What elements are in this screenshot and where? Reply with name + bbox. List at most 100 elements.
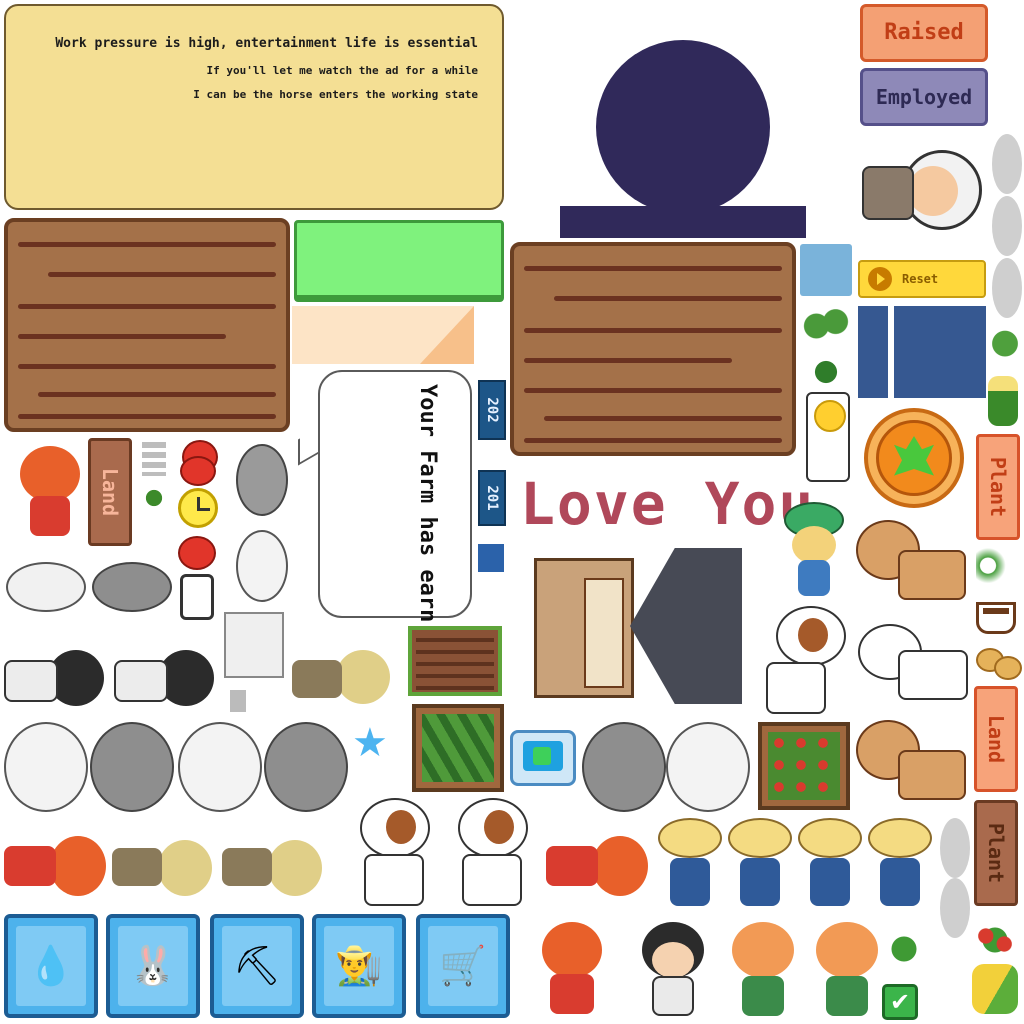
white-dog-sitting-3	[756, 606, 850, 716]
shopping-cart-icon: 🛒	[439, 943, 487, 988]
grey-cat-lying-1	[90, 722, 174, 812]
moon-base	[560, 206, 806, 238]
white-dog-walking	[858, 624, 970, 712]
white-cat-sitting-sprite	[236, 530, 288, 602]
coffee-cup-icon	[976, 602, 1016, 634]
straw-farmer-lying-2	[222, 826, 322, 904]
printer-icon	[224, 612, 284, 678]
love-you-text: Love You	[520, 470, 816, 538]
plant-tag-right-top-label: Plant	[986, 456, 1010, 518]
seedling-icon	[806, 354, 846, 384]
water-drop-icon: 💧	[27, 943, 75, 988]
land-tag-right[interactable]: Land	[974, 686, 1018, 792]
blue-tag-small	[478, 544, 504, 572]
dark-hair-boy-lying-2	[114, 650, 214, 706]
clock-icon	[178, 488, 218, 528]
redhead-farmer-lying	[4, 826, 106, 904]
brown-dog-1	[856, 520, 968, 610]
straw-hat-farmer-1	[656, 818, 724, 910]
empty-note-card	[180, 574, 214, 620]
corn-plant-icon	[988, 376, 1018, 426]
raised-button[interactable]: Raised	[860, 4, 988, 62]
farmer-icon: 👨‍🌾	[335, 943, 383, 988]
grey-cat-lying-sprite	[92, 562, 172, 612]
grey-cat-lying-2	[264, 722, 348, 812]
orange-hair-girl-sprite-2	[812, 922, 882, 1018]
straw-hat-farmer-3	[796, 818, 864, 910]
employed-button[interactable]: Employed	[860, 68, 988, 126]
farmer-button[interactable]: 👨‍🌾	[312, 914, 406, 1018]
flower-icon	[976, 548, 1016, 592]
dark-hair-waiter-sprite	[638, 922, 708, 1018]
redhead-farmer-lying-2	[546, 826, 648, 904]
redhead-boy-trowel-sprite	[526, 922, 610, 1018]
cucumber-plant-icon	[802, 304, 850, 348]
banner-line-2: If you'll let me watch the ad for a whil…	[206, 64, 478, 77]
white-dog-sitting-2	[448, 798, 538, 908]
banner-line-1: Work pressure is high, entertainment lif…	[55, 36, 478, 51]
plant-tag-right-bottom[interactable]: Plant	[974, 800, 1018, 906]
plant-tag-right-top[interactable]: Plant	[976, 434, 1020, 540]
redhead-boy-sprite	[16, 446, 84, 548]
number-202: 202	[484, 397, 500, 423]
water-button[interactable]: 💧	[4, 914, 98, 1018]
grey-oval-5	[940, 878, 970, 938]
video-ad-icon[interactable]	[510, 730, 576, 786]
layers-icon	[142, 442, 166, 476]
farm-plot-tile[interactable]	[408, 626, 502, 696]
navy-bar	[858, 306, 888, 398]
straw-hat-farmer-2	[726, 818, 794, 910]
number-201: 201	[484, 485, 500, 511]
navy-panel	[894, 306, 986, 398]
gold-coin-icon	[814, 400, 846, 432]
plant-tag-right-bottom-label: Plant	[984, 822, 1008, 884]
banner-line-3: I can be the horse enters the working st…	[193, 88, 478, 101]
bubble-text: Your Farm has earn	[415, 384, 440, 623]
white-cat-lying-1	[4, 722, 88, 812]
old-man-avatar	[858, 146, 986, 236]
ad-message-banner: Work pressure is high, entertainment lif…	[4, 4, 504, 210]
land-tag-right-label: Land	[984, 714, 1008, 764]
number-tag-201: 201	[478, 470, 506, 526]
green-button[interactable]	[294, 220, 504, 302]
potato-icon-2	[994, 656, 1022, 680]
grey-oval-3	[992, 258, 1022, 318]
white-cat-lying-2	[178, 722, 262, 812]
grey-oval-2	[992, 196, 1022, 256]
strawberry-crate	[758, 722, 850, 810]
sprout-icon	[140, 484, 168, 512]
land-tag-left[interactable]: Land	[88, 438, 132, 546]
bunny-icon: 🐰	[129, 943, 177, 988]
farm-house-sprite	[534, 548, 742, 706]
play-icon	[868, 267, 892, 291]
reset-skills-button[interactable]: Reset Skills	[858, 260, 986, 320]
green-hat-kid-sprite	[776, 500, 852, 600]
corn-icon	[972, 964, 1018, 1014]
moon-circle	[596, 40, 770, 214]
shovel-button[interactable]: ⛏	[210, 914, 304, 1018]
brown-dog-2	[856, 720, 968, 810]
herb-plant-icon	[988, 326, 1022, 370]
grey-cat-lying-3	[582, 722, 666, 812]
star-icon: ★	[352, 720, 388, 766]
wood-panel-left	[4, 218, 290, 432]
orange-hair-girl-sprite-1	[728, 922, 798, 1018]
shovel-icon: ⛏	[232, 943, 282, 988]
gold-coin-card	[806, 392, 850, 482]
wood-panel-right	[510, 242, 796, 456]
orange-cat-lying-sprite	[6, 562, 86, 612]
white-cat-lying-3	[666, 722, 750, 812]
dark-hair-boy-lying-1	[4, 650, 104, 706]
white-dog-sitting-1	[350, 798, 440, 908]
grey-oval-4	[940, 818, 970, 878]
straw-hat-farmer-4	[866, 818, 934, 910]
farmer-scythe-lying	[292, 632, 394, 704]
grey-oval-1	[992, 134, 1022, 194]
number-tag-202: 202	[478, 380, 506, 440]
tomato-icon-3	[178, 536, 216, 570]
shop-button[interactable]: 🛒	[416, 914, 510, 1018]
pet-button[interactable]: 🐰	[106, 914, 200, 1018]
check-icon[interactable]: ✔	[882, 984, 918, 1020]
strawberry-plant-icon	[972, 920, 1018, 960]
peach-corner	[420, 306, 474, 364]
